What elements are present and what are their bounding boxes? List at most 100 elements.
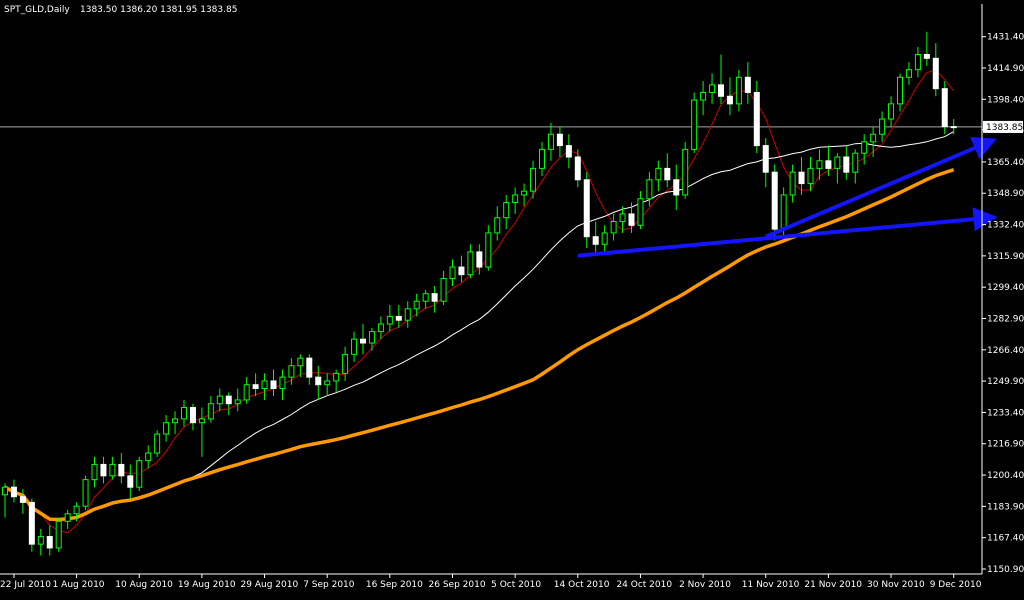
candle-body: [637, 198, 644, 226]
candle[interactable]: [941, 81, 948, 135]
candle[interactable]: [154, 430, 161, 457]
candle-body: [646, 179, 653, 200]
candle-body: [539, 148, 545, 169]
candle-body: [207, 403, 214, 420]
candle-body: [843, 156, 850, 173]
x-tick-label: 10 Aug 2010: [115, 580, 173, 590]
y-tick-label: 1216.90: [987, 440, 1024, 450]
candle-body: [234, 399, 241, 405]
y-tick-label: 1282.90: [987, 314, 1024, 324]
x-tick-label: 22 Jul 2010: [0, 580, 51, 590]
candle-body: [440, 277, 447, 302]
candle-body: [476, 251, 483, 268]
x-tick-label: 21 Nov 2010: [804, 580, 862, 590]
candle-body: [771, 171, 778, 230]
candle-body: [377, 323, 384, 333]
y-tick-label: 1200.40: [987, 471, 1024, 481]
candle-body: [718, 84, 724, 97]
candle-body: [261, 380, 268, 390]
candle-body: [682, 148, 689, 196]
candle-body: [118, 463, 125, 477]
x-tick-label: 19 Aug 2010: [178, 580, 236, 590]
candle-body: [2, 486, 8, 496]
candle-body: [852, 152, 859, 173]
candle-body: [879, 118, 886, 135]
candle-body: [449, 266, 456, 279]
candle-body: [386, 315, 393, 325]
candle[interactable]: [55, 517, 62, 552]
x-tick-label: 26 Sep 2010: [429, 580, 486, 590]
candle-body: [503, 202, 510, 219]
candle-body: [91, 463, 98, 481]
candle-body: [28, 501, 35, 545]
price-chart[interactable]: 1431.401414.901398.401382.351365.401348.…: [0, 0, 1024, 596]
candle-body: [189, 407, 196, 424]
candle[interactable]: [28, 498, 35, 552]
candle-body: [37, 536, 44, 545]
x-tick-label: 14 Oct 2010: [554, 580, 610, 590]
candle-body: [861, 141, 868, 154]
candle[interactable]: [691, 92, 698, 154]
candle-body: [565, 145, 572, 158]
candle-body: [10, 486, 17, 498]
candle-body: [351, 338, 358, 355]
candle-body: [691, 99, 698, 150]
candle-body: [64, 513, 71, 522]
candle-body: [941, 88, 948, 128]
chart-area[interactable]: 1431.401414.901398.401382.351365.401348.…: [0, 0, 1024, 596]
y-tick-label: 1266.40: [987, 346, 1024, 356]
candle-body: [530, 167, 537, 192]
current-price-label: 1383.85: [986, 123, 1023, 133]
candle-body: [735, 76, 742, 105]
candle-body: [46, 536, 53, 549]
candle-body: [709, 84, 716, 93]
candle-body: [601, 232, 608, 245]
y-tick-label: 1233.40: [987, 408, 1024, 418]
candle-body: [342, 353, 349, 374]
y-tick-label: 1348.90: [987, 189, 1024, 199]
candle-body: [315, 376, 322, 386]
candle-body: [753, 91, 760, 147]
candle-body: [333, 372, 340, 382]
candle[interactable]: [682, 141, 689, 199]
candle-body: [494, 217, 501, 234]
y-tick-label: 1431.40: [987, 33, 1024, 43]
candle-body: [834, 156, 841, 169]
candle-body: [181, 407, 187, 420]
candle-body: [368, 331, 375, 344]
candle-body: [404, 308, 411, 321]
x-tick-label: 11 Nov 2010: [742, 580, 800, 590]
y-tick-label: 1365.40: [987, 158, 1024, 168]
x-tick-label: 24 Oct 2010: [616, 580, 672, 590]
candle-body: [154, 433, 161, 454]
candle-body: [888, 103, 895, 120]
candle-body: [592, 236, 599, 245]
candle[interactable]: [583, 172, 590, 249]
candle[interactable]: [771, 164, 778, 241]
candle-body: [467, 251, 474, 276]
candle-body: [816, 160, 823, 169]
candle-body: [270, 380, 277, 390]
candle-body: [744, 76, 751, 93]
x-tick-label: 1 Aug 2010: [53, 580, 105, 590]
x-tick-label: 29 Aug 2010: [241, 580, 299, 590]
candle[interactable]: [82, 475, 89, 510]
candle-body: [243, 384, 250, 401]
candle-body: [700, 91, 707, 101]
candle-body: [279, 376, 286, 390]
candle-body: [932, 57, 939, 90]
candle-body: [798, 171, 805, 185]
candle[interactable]: [136, 456, 143, 492]
candle-body: [172, 418, 179, 424]
candle-body: [360, 338, 366, 344]
candle-body: [673, 179, 680, 196]
x-tick-label: 30 Nov 2010: [867, 580, 925, 590]
candle-body: [55, 520, 62, 549]
y-tick-label: 1249.90: [987, 377, 1024, 387]
candle-body: [306, 357, 313, 378]
candle-body: [100, 463, 107, 477]
candle-body: [726, 95, 733, 105]
x-tick-label: 9 Dec 2010: [930, 580, 982, 590]
x-tick-label: 7 Sep 2010: [303, 580, 355, 590]
candle-body: [897, 76, 903, 105]
